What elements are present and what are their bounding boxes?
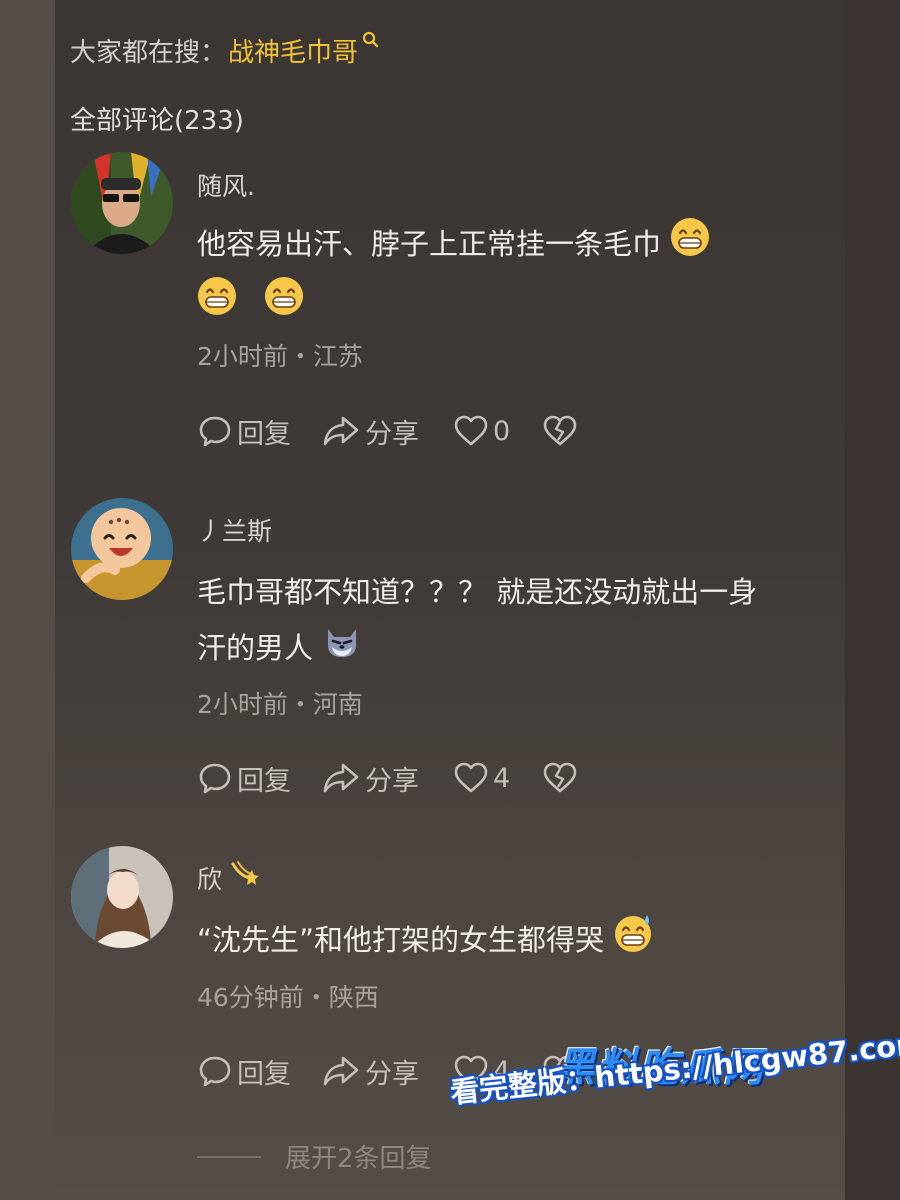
comment-username[interactable]: 随风.	[197, 167, 255, 203]
share-label: 分享	[365, 418, 419, 450]
reply-label: 回复	[237, 765, 291, 797]
like-count: 0	[493, 415, 511, 447]
share-label: 分享	[365, 765, 419, 797]
avatar[interactable]	[71, 152, 173, 254]
share-button[interactable]: 分享	[321, 1052, 419, 1091]
broken-heart-icon	[543, 415, 577, 446]
expand-divider	[197, 1155, 261, 1158]
like-button[interactable]: 4	[453, 762, 510, 794]
shooting-star-icon	[230, 860, 262, 896]
grinning-emoji-icon	[670, 217, 710, 275]
left-background-strip	[0, 0, 55, 1200]
reply-label: 回复	[237, 418, 291, 450]
share-icon	[323, 1056, 359, 1086]
expand-replies-label: 展开2条回复	[285, 1144, 432, 1174]
avatar[interactable]	[71, 498, 173, 600]
search-icon	[362, 26, 380, 56]
comment-time-location: 2小时前・河南	[197, 690, 363, 719]
all-comments-title: 全部评论(233)	[70, 106, 244, 136]
grinning-sweat-emoji-icon	[613, 913, 655, 971]
share-button[interactable]: 分享	[321, 412, 419, 451]
comment-text-line: 他容易出汗、脖子上正常挂一条毛巾	[197, 227, 662, 261]
share-button[interactable]: 分享	[321, 759, 419, 798]
reply-icon	[199, 1056, 231, 1087]
share-icon	[323, 416, 359, 446]
expand-replies-button[interactable]: 展开2条回复	[197, 1138, 432, 1175]
broken-heart-icon	[543, 762, 577, 793]
wolf-emoji-icon	[322, 621, 362, 679]
comment-username[interactable]: 欣	[197, 860, 222, 896]
heart-icon	[454, 762, 488, 793]
reply-button[interactable]: 回复	[197, 759, 291, 798]
comment-text-line: 汗的男人	[197, 631, 314, 665]
right-background-strip	[845, 0, 900, 1200]
heart-icon	[454, 415, 488, 446]
dislike-button[interactable]	[542, 415, 578, 447]
reply-button[interactable]: 回复	[197, 1052, 291, 1091]
comment-text: “沈先生”和他打架的女生都得哭	[197, 912, 837, 971]
comment-text: 他容易出汗、脖子上正常挂一条毛巾	[197, 216, 837, 334]
comment-username[interactable]: 丿兰斯	[197, 512, 272, 548]
grinning-emoji-icon	[264, 276, 304, 334]
comment-time-location: 46分钟前・陕西	[197, 983, 379, 1012]
like-button[interactable]: 0	[453, 415, 510, 447]
reply-button[interactable]: 回复	[197, 412, 291, 451]
hot-search-label: 大家都在搜：	[70, 37, 227, 68]
hot-search-keyword[interactable]: 战神毛巾哥	[228, 32, 358, 69]
hot-search-bar[interactable]: 大家都在搜： 战神毛巾哥	[70, 30, 380, 70]
comment-text-line: 毛巾哥都不知道？？？ 就是还没动就出一身	[197, 575, 758, 609]
share-label: 分享	[365, 1058, 419, 1090]
share-icon	[323, 763, 359, 793]
comment-actions: 回复 分享 4	[197, 758, 578, 798]
reply-label: 回复	[237, 1058, 291, 1090]
comment-text-line: “沈先生”和他打架的女生都得哭	[197, 923, 605, 957]
comment-time-location: 2小时前・江苏	[197, 342, 363, 371]
dislike-button[interactable]	[542, 762, 578, 794]
comments-panel: 大家都在搜： 战神毛巾哥 全部评论(233) 随风. 他容易出汗、脖子上正常挂一…	[55, 0, 845, 1200]
reply-icon	[199, 416, 231, 447]
comment-actions: 回复 分享 0	[197, 411, 578, 451]
reply-icon	[199, 763, 231, 794]
grinning-emoji-icon	[197, 276, 237, 334]
like-count: 4	[493, 762, 511, 794]
avatar[interactable]	[71, 846, 173, 948]
comment-text: 毛巾哥都不知道？？？ 就是还没动就出一身 汗的男人	[197, 564, 837, 679]
